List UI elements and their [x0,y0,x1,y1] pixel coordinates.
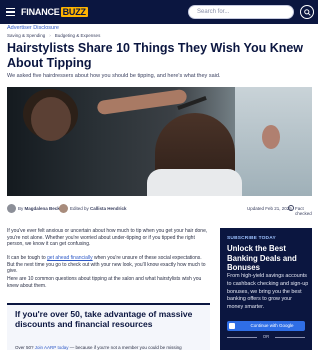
paragraph-questions: Here are 10 common questions about tippi… [7,276,202,289]
search-input[interactable]: Search for... [188,5,294,19]
promo-body: From high-yield savings accounts to cash… [227,273,309,311]
advertiser-disclosure-link[interactable]: Advertiser Disclosure [7,25,59,31]
paragraph-financial: It can be tough to get ahead financially… [7,255,206,275]
fact-check-icon [288,205,294,211]
google-button-label: Continue with Google [250,323,294,328]
breadcrumb: Saving & Spending › Budgeting & Expenses [7,33,100,38]
hero-image [7,87,312,196]
logo-text-buzz: BUZZ [60,7,88,17]
logo-text-finance: FINANCE [21,7,60,17]
article-title: Hairstylists Share 10 Things They Wish Y… [7,41,304,70]
hamburger-menu-icon[interactable] [6,8,15,16]
article-subtitle: We asked five hairdressers about how you… [7,73,221,79]
author-prefix: By [18,206,24,211]
or-divider: OR [227,334,305,339]
editor-avatar [59,204,68,213]
article-byline: By Magdalena Becker Edited by Callista H… [7,204,312,216]
join-aarp-link[interactable]: Join AARP today [35,345,69,350]
breadcrumb-item-budgeting[interactable]: Budgeting & Expenses [55,33,101,38]
editor-prefix: Edited by [70,206,89,211]
continue-with-google-button[interactable]: Continue with Google [227,321,305,331]
site-logo[interactable]: FINANCE BUZZ [21,6,88,18]
author-avatar [7,204,16,213]
breadcrumb-item-saving-spending[interactable]: Saving & Spending [7,33,45,38]
paragraph-intro: If you've ever felt anxious or uncertain… [7,228,208,248]
get-ahead-financially-link[interactable]: get ahead financially [47,255,93,261]
subscribe-promo-card: SUBSCRIBE TODAY Unlock the Best Banking … [220,228,312,350]
breadcrumb-separator-icon: › [49,33,51,38]
editor-name[interactable]: Callista Hendrick [90,206,127,211]
fact-checked-label: Fact checked [295,206,312,216]
aarp-callout: If you're over 50, take advantage of mas… [7,303,210,350]
updated-date: Updated Feb 21, 2025 [247,206,292,211]
search-icon [304,9,311,16]
search-button[interactable] [300,5,314,19]
promo-kicker: SUBSCRIBE TODAY [227,236,276,241]
callout-headline: If you're over 50, take advantage of mas… [15,309,193,329]
callout-body: Over 50? Join AARP today — because if yo… [15,345,182,350]
promo-title: Unlock the Best Banking Deals and Bonuse… [227,244,297,272]
google-icon [229,323,235,329]
site-header: FINANCE BUZZ Search for... [0,0,318,24]
